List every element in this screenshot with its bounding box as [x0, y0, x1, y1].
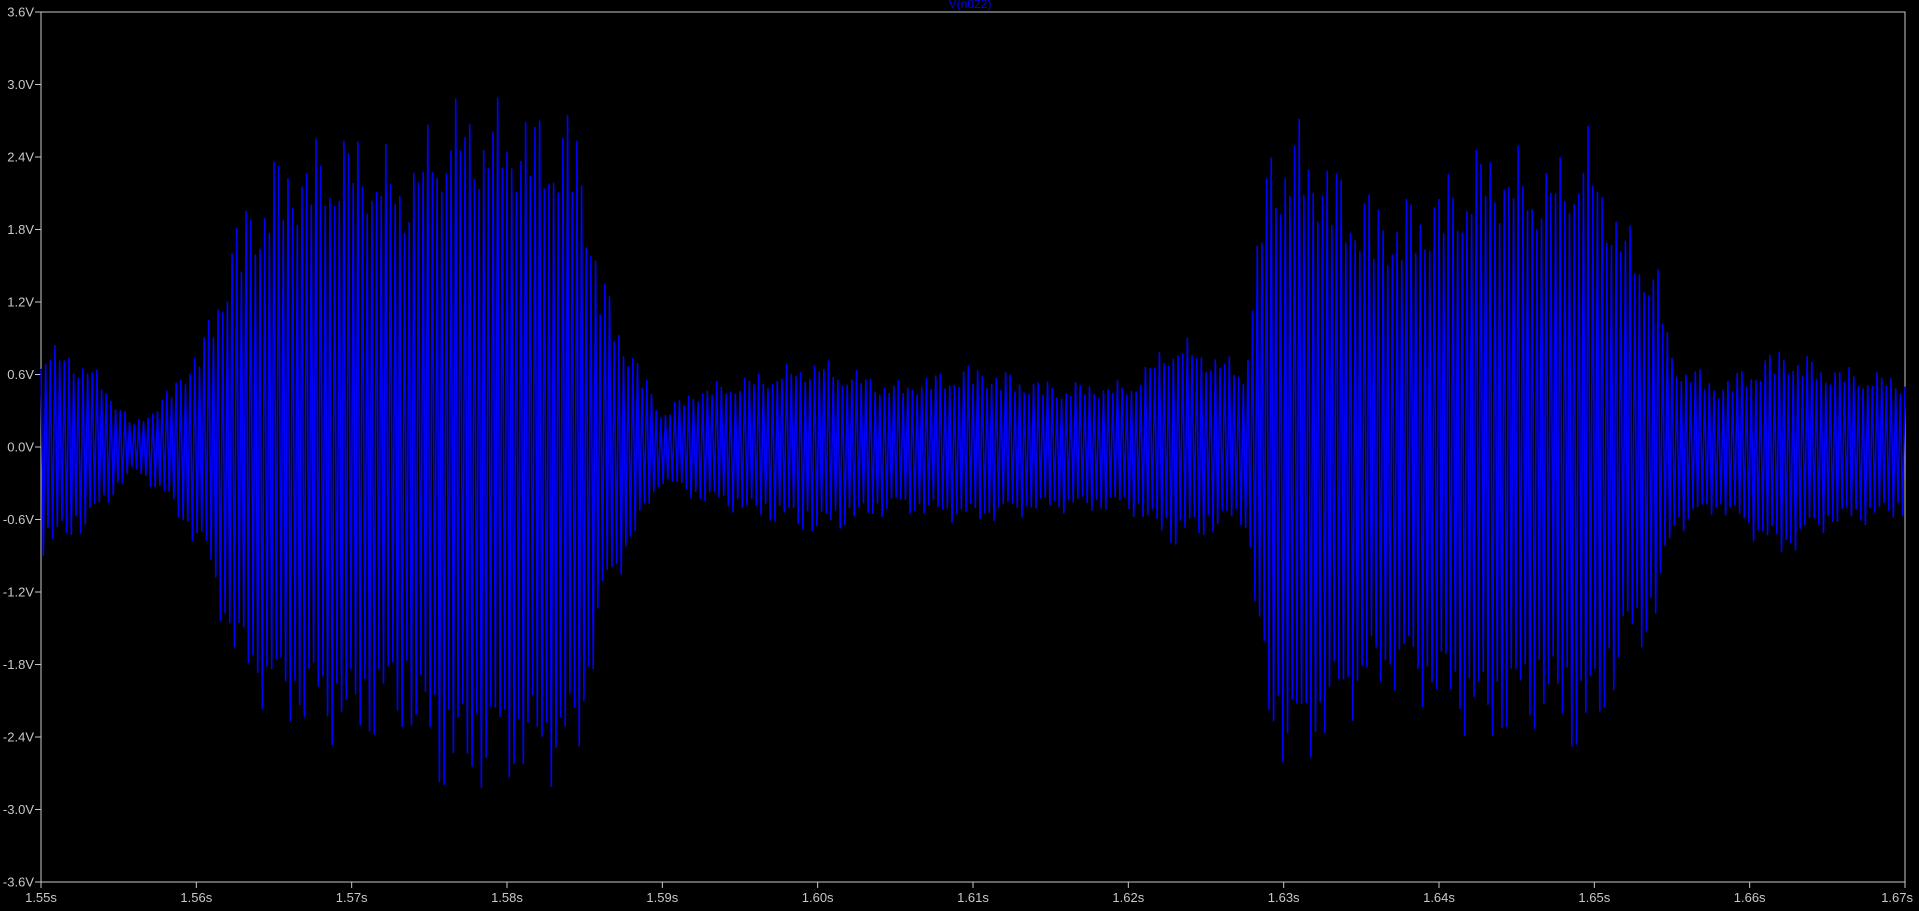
y-tick-label: 1.8V: [7, 222, 34, 237]
x-tick-label: 1.62s: [1112, 890, 1144, 905]
y-tick-label: 3.6V: [7, 5, 34, 20]
y-tick-label: 1.2V: [7, 295, 34, 310]
y-tick-label: -0.6V: [3, 512, 34, 527]
x-tick-label: 1.58s: [491, 890, 523, 905]
y-tick-label: -3.6V: [3, 875, 34, 890]
y-tick-label: -3.0V: [3, 802, 34, 817]
x-tick-label: 1.57s: [336, 890, 368, 905]
trace-title[interactable]: V(n022): [949, 0, 992, 11]
x-tick-label: 1.64s: [1423, 890, 1455, 905]
x-tick-label: 1.59s: [646, 890, 678, 905]
x-tick-label: 1.56s: [180, 890, 212, 905]
y-tick-label: 3.0V: [7, 77, 34, 92]
y-tick-label: -1.2V: [3, 585, 34, 600]
x-tick-label: 1.66s: [1734, 890, 1766, 905]
y-tick-label: -1.8V: [3, 657, 34, 672]
x-tick-label: 1.60s: [802, 890, 834, 905]
x-tick-label: 1.67s: [1881, 890, 1913, 905]
y-tick-label: -2.4V: [3, 730, 34, 745]
x-tick-label: 1.61s: [957, 890, 989, 905]
waveform-plot[interactable]: V(n022) 3.6V 3.0V 2.4V 1.8V 1.2V 0.6V 0.0V -0.6…: [0, 0, 1919, 911]
x-tick-label: 1.63s: [1268, 890, 1300, 905]
x-tick-label: 1.65s: [1578, 890, 1610, 905]
y-tick-label: 0.6V: [7, 367, 34, 382]
y-tick-label: 0.0V: [7, 440, 34, 455]
x-tick-label: 1.55s: [25, 890, 57, 905]
y-tick-label: 2.4V: [7, 150, 34, 165]
